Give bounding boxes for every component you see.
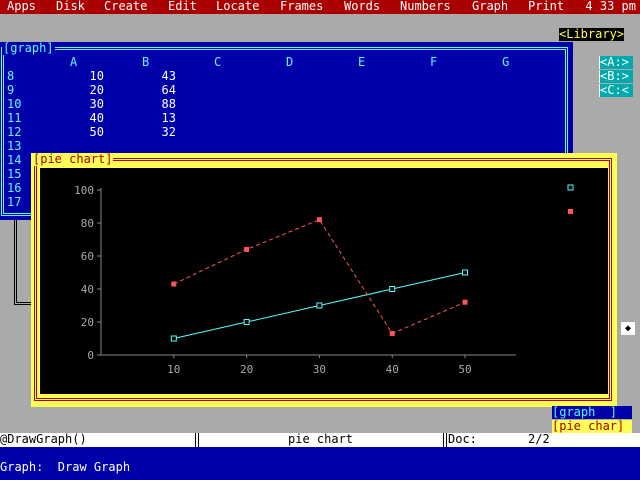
column-header: E [358,55,366,69]
y-tick-label: 0 [87,349,94,362]
status-frame-name: pie chart [288,432,354,446]
legend-marker-0 [567,184,574,191]
column-header: D [286,55,294,69]
column-header: C [214,55,222,69]
menu-disk[interactable]: Disk [56,0,85,13]
column-header: B [142,55,150,69]
data-point [389,331,395,337]
clock: 4 33 pm [585,0,636,13]
row-number: 13 [7,139,22,153]
menu-apps[interactable]: Apps [7,0,36,13]
data-point [243,319,250,325]
sheet-title[interactable]: [graph] [2,42,55,55]
diamond-icon[interactable]: ◆ [621,322,635,335]
y-tick-label: 80 [81,217,94,230]
cell-b[interactable]: 64 [0,84,176,97]
drive-a-button[interactable]: <A:> [599,56,633,69]
line-chart: 0 20 40 60 80 100 10 20 30 40 50 [74,184,574,376]
x-tick-label: 30 [313,363,326,376]
menu-numbers[interactable]: Numbers [400,0,451,13]
cell-b[interactable]: 32 [0,126,176,139]
status-divider [195,433,199,447]
series-line-1 [173,219,466,335]
prompt-text: Graph: Draw Graph [0,460,131,474]
menu-frames[interactable]: Frames [280,0,323,13]
status-line: @DrawGraph() pie chart Doc: 2/2 [0,433,640,447]
data-point [171,281,177,287]
y-tick-label: 100 [74,184,94,197]
drive-c-button[interactable]: <C:< [599,84,633,97]
status-doc-label: Doc: [448,432,477,446]
window-tab-graph[interactable]: [graph ] [552,406,632,419]
status-doc-page: 2/2 [528,432,550,446]
menu-bar: Apps Disk Create Edit Locate Frames Word… [0,0,640,14]
chart-frame-title[interactable]: [pie chart] [32,153,114,166]
menu-graph[interactable]: Graph [472,0,508,13]
y-tick-label: 60 [81,250,94,263]
cell-b[interactable]: 43 [0,70,176,83]
status-formula: @DrawGraph() [0,432,87,446]
data-point [389,286,396,292]
data-point [316,302,323,309]
cell-b[interactable]: 13 [0,112,176,125]
row-number: 16 [7,181,22,195]
y-tick-label: 40 [81,283,94,296]
x-tick-label: 50 [458,363,471,376]
data-point [316,217,322,223]
library-button[interactable]: <Library> [559,28,625,41]
x-tick-label: 20 [240,363,253,376]
status-divider [443,433,447,447]
menu-locate[interactable]: Locate [216,0,259,13]
x-tick-label: 40 [386,363,399,376]
data-point [462,299,468,305]
prompt-area: Graph: Draw Graph [0,447,640,480]
row-number: 15 [7,167,22,181]
column-header: A [70,55,78,69]
window-tab-pie-chart[interactable]: [pie char] [552,420,632,433]
row-number: 14 [7,153,22,167]
x-tick-label: 10 [167,363,180,376]
data-point [462,269,469,276]
menu-create[interactable]: Create [104,0,147,13]
menu-edit[interactable]: Edit [168,0,197,13]
legend-marker-1 [568,209,573,214]
pie-chart-frame[interactable]: [pie chart] 0 20 40 60 80 100 10 20 30 40 50 [31,153,617,407]
column-header: G [502,55,510,69]
column-header: F [430,55,438,69]
data-point [170,335,177,342]
drive-b-button[interactable]: <B:> [599,70,633,83]
data-point [244,246,250,252]
cell-b[interactable]: 88 [0,98,176,111]
chart-canvas: 0 20 40 60 80 100 10 20 30 40 50 [40,168,608,394]
row-number: 17 [7,195,22,209]
menu-print[interactable]: Print [528,0,564,13]
menu-words[interactable]: Words [344,0,380,13]
y-tick-label: 20 [81,316,94,329]
